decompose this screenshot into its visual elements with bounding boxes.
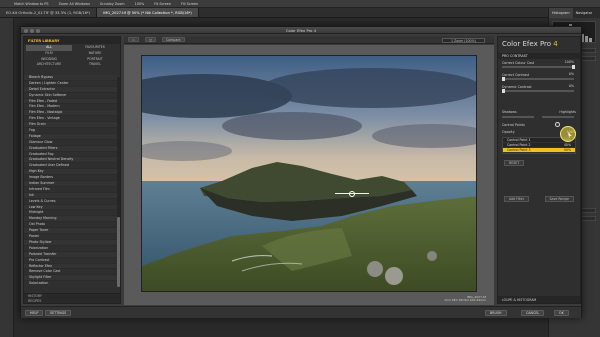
correct-contrast-slider[interactable] xyxy=(502,76,574,81)
bottom-bar: HELP SETTINGS BRUSH CANCEL OK xyxy=(21,306,581,318)
close-window-icon[interactable] xyxy=(24,28,28,33)
photoshop-options-bar: Match Window to PS Zoom All Windows Scru… xyxy=(0,0,600,8)
filter-settings-panel: Color Efex Pro 4 PRO CONTRAST Correct Co… xyxy=(497,36,581,304)
shadows-highlights-row: Shadows Highlights xyxy=(498,109,580,121)
recipes-section[interactable]: RECIPES xyxy=(24,299,120,304)
photoshop-document-tabs: EO-Kit Ortholic-2_01.TIF @ 33.3% (1, RGB… xyxy=(0,8,548,18)
filter-library-footer: HISTORY RECIPES xyxy=(24,293,120,303)
document-tab-active[interactable]: IMG_2027.tif @ 50% (* Nik Collection *, … xyxy=(97,8,199,17)
highlights-label: Highlights xyxy=(559,110,576,114)
category-travel[interactable]: TRAVEL xyxy=(72,62,118,68)
window-title: Color Efex Pro 4 xyxy=(21,27,581,34)
add-filter-button[interactable]: Add Filter xyxy=(504,196,530,202)
control-point-name: Control Point 3 xyxy=(507,148,531,152)
opacity-label: Opacity xyxy=(502,129,515,134)
control-point-item-selected[interactable]: Control Point 3 50% xyxy=(503,148,575,153)
field-label: Correct Contrast xyxy=(502,73,530,77)
filter-categories: ALL FAVOURITES FILM NATURE WEDDING PORTR… xyxy=(24,44,120,69)
mouse-cursor-highlight xyxy=(560,126,576,142)
screen: Match Window to PS Zoom All Windows Scru… xyxy=(0,0,600,337)
split-view-button[interactable]: ◫ xyxy=(145,37,157,42)
correct-colour-cast-slider[interactable] xyxy=(502,64,575,69)
fill-screen-button[interactable]: Fill Screen xyxy=(181,2,198,6)
filter-list-item[interactable]: Solarization xyxy=(24,281,120,285)
filter-library-panel: FILTER LIBRARY ALL FAVOURITES FILM NATUR… xyxy=(23,36,121,304)
category-architecture[interactable]: ARCHITECTURE xyxy=(26,62,72,68)
ok-button[interactable]: OK xyxy=(554,310,569,316)
field-label: Dynamic Contrast xyxy=(502,85,532,89)
field-value: 100% xyxy=(564,60,574,64)
navigator-tab[interactable]: Navigator xyxy=(573,8,596,18)
minimize-window-icon[interactable] xyxy=(30,28,34,33)
color-efex-window: Color Efex Pro 4 FILTER LIBRARY ALL FAVO… xyxy=(20,26,582,318)
control-point-name: Control Point 1 xyxy=(507,138,531,142)
compare-button[interactable]: Compare xyxy=(162,37,185,42)
control-points-label: Control Points xyxy=(502,122,525,127)
field-value: 0% xyxy=(568,84,574,88)
image-preview-area: IMG_2027.tif 1/13 SEC f/8 ISO 100 24mm xyxy=(124,45,494,305)
help-button[interactable]: HELP xyxy=(25,310,44,316)
highlights-slider[interactable] xyxy=(542,116,574,118)
control-point-name: Control Point 2 xyxy=(507,143,531,147)
zoom-select[interactable]: 1 Zoom (100%) xyxy=(442,37,485,43)
filter-library-header: FILTER LIBRARY xyxy=(24,37,120,44)
control-point-marker[interactable] xyxy=(335,187,369,201)
zoom-all-option[interactable]: Zoom All Windows xyxy=(59,2,90,6)
document-tab[interactable]: EO-Kit Ortholic-2_01.TIF @ 33.3% (1, RGB… xyxy=(0,8,98,17)
filter-list-scroll-thumb[interactable] xyxy=(117,217,120,287)
preview-toolbar: ▭ ◫ Compare 1 Zoom (100%) xyxy=(124,36,494,44)
dynamic-contrast-field: Dynamic Contrast 0% xyxy=(498,83,580,95)
brand-version: 4 xyxy=(553,40,558,48)
zoom-100-button[interactable]: 100% xyxy=(135,2,145,6)
window-controls xyxy=(24,28,40,33)
fit-screen-button[interactable]: Fit Screen xyxy=(154,2,171,6)
settings-button[interactable]: SETTINGS xyxy=(45,310,72,316)
control-point-value: 40% xyxy=(563,143,571,147)
control-point-value: 50% xyxy=(563,148,571,152)
correct-contrast-field: Correct Contrast 0% xyxy=(498,71,580,83)
dynamic-contrast-slider[interactable] xyxy=(502,88,574,93)
product-brand: Color Efex Pro 4 xyxy=(498,37,580,51)
reset-row: RESET xyxy=(498,156,580,170)
single-view-button[interactable]: ▭ xyxy=(128,37,140,42)
shadows-slider[interactable] xyxy=(502,116,534,118)
image-exif: 1/13 SEC f/8 ISO 100 24mm xyxy=(444,298,486,303)
brand-name: Color Efex Pro xyxy=(502,40,552,48)
field-label: Correct Colour Cast xyxy=(502,61,535,65)
scrubby-zoom-option[interactable]: Scrubby Zoom xyxy=(100,2,125,6)
zoom-window-icon[interactable] xyxy=(36,28,40,33)
histogram-tab[interactable]: Histogram xyxy=(549,8,573,18)
filter-actions: Add Filter Save Recipe xyxy=(498,192,580,206)
preview-photo[interactable] xyxy=(141,55,477,292)
photoshop-tools-panel xyxy=(0,18,14,337)
field-value: 0% xyxy=(568,72,574,76)
shadows-label: Shadows xyxy=(502,110,517,114)
cancel-button[interactable]: CANCEL xyxy=(521,310,545,316)
match-window-option[interactable]: Match Window to PS xyxy=(14,2,49,6)
image-info: IMG_2027.tif 1/13 SEC f/8 ISO 100 24mm xyxy=(444,295,486,303)
correct-colour-cast-field: Correct Colour Cast 100% xyxy=(498,59,580,71)
save-recipe-button[interactable]: Save Recipe xyxy=(544,196,574,202)
brush-button[interactable]: BRUSH xyxy=(485,310,507,316)
filter-list: Bleach Bypass Darken / Lighten Center Deta… xyxy=(24,75,120,285)
add-control-point-icon[interactable] xyxy=(554,122,560,127)
loupe-histogram-section[interactable]: LOUPE & HISTOGRAM xyxy=(498,296,580,303)
reset-button[interactable]: RESET xyxy=(504,160,525,166)
